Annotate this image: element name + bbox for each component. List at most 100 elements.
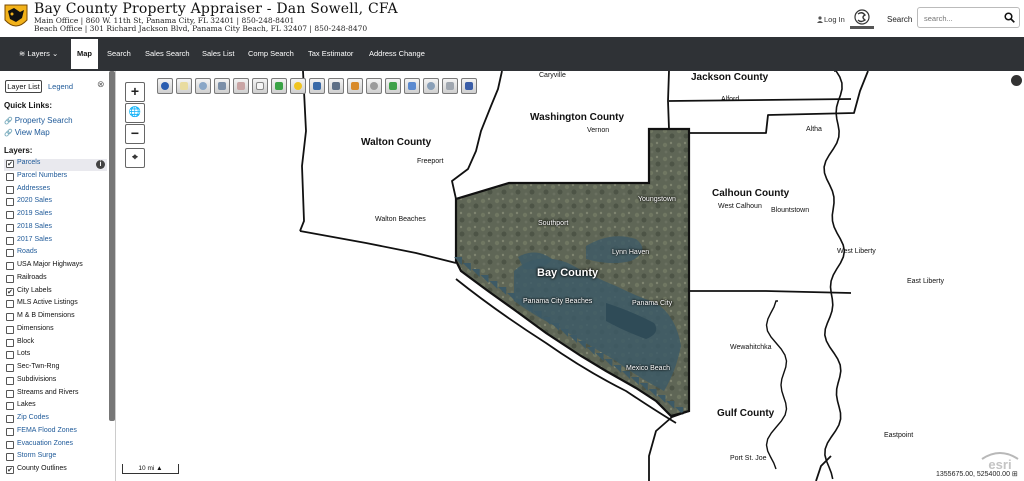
layer-row[interactable]: Storm Surge	[4, 452, 107, 464]
add-tool[interactable]	[271, 78, 287, 94]
search-box[interactable]	[917, 7, 1020, 28]
layer-checkbox[interactable]: ✔	[6, 466, 14, 474]
quick-link-property-search[interactable]: 🔗 Property Search	[4, 116, 73, 125]
quick-link-view-map[interactable]: 🔗 View Map	[4, 128, 50, 137]
layers-tool[interactable]	[309, 78, 325, 94]
layer-row[interactable]: Roads	[4, 248, 107, 260]
save-tool[interactable]	[461, 78, 477, 94]
zoom-out-button[interactable]: −	[125, 124, 145, 144]
layer-checkbox[interactable]	[6, 223, 14, 232]
settings-tool[interactable]	[423, 78, 439, 94]
layer-row[interactable]: FEMA Flood Zones	[4, 427, 107, 439]
layer-row[interactable]: Block	[4, 338, 107, 350]
layer-label[interactable]: Subdivisions	[17, 376, 56, 383]
layer-label[interactable]: Lakes	[17, 401, 36, 408]
layer-checkbox[interactable]	[6, 427, 14, 436]
layer-label[interactable]: Parcels	[17, 159, 40, 166]
layer-row[interactable]: 2018 Sales	[4, 223, 107, 235]
layer-row[interactable]: MLS Active Listings	[4, 299, 107, 311]
layer-checkbox[interactable]	[6, 198, 14, 207]
layer-checkbox[interactable]	[6, 351, 14, 360]
layer-label[interactable]: Lots	[17, 350, 30, 357]
layer-checkbox[interactable]	[6, 376, 14, 385]
layer-checkbox[interactable]	[6, 440, 14, 449]
layer-label[interactable]: Streams and Rivers	[17, 389, 78, 396]
nav-sales-search[interactable]: Sales Search	[145, 37, 190, 71]
layer-label[interactable]: 2019 Sales	[17, 210, 52, 217]
login-link[interactable]: Log In	[817, 15, 845, 24]
layer-row[interactable]: Subdivisions	[4, 376, 107, 388]
layer-checkbox[interactable]	[6, 389, 14, 398]
layer-checkbox[interactable]	[6, 262, 14, 270]
tab-layer-list[interactable]: Layer List	[5, 80, 42, 93]
layer-row[interactable]: ✔ Parcels i	[4, 159, 107, 171]
layer-checkbox[interactable]	[6, 313, 14, 321]
home-extent-button[interactable]: 🌐	[125, 103, 145, 123]
layer-label[interactable]: Dimensions	[17, 325, 54, 332]
layer-checkbox[interactable]: ✔	[6, 160, 14, 168]
layer-label[interactable]: Storm Surge	[17, 452, 56, 459]
layer-checkbox[interactable]	[6, 249, 14, 258]
layer-row[interactable]: Addresses	[4, 185, 107, 197]
nav-layers[interactable]: ≋ Layers ⌄	[19, 37, 58, 71]
layer-label[interactable]: 2020 Sales	[17, 197, 52, 204]
export-tool[interactable]	[328, 78, 344, 94]
layer-row[interactable]: Railroads	[4, 274, 107, 286]
layer-label[interactable]: Addresses	[17, 185, 50, 192]
layer-label[interactable]: MLS Active Listings	[17, 299, 78, 306]
nav-address-change[interactable]: Address Change	[369, 37, 425, 71]
layer-checkbox[interactable]	[6, 325, 14, 334]
layer-checkbox[interactable]	[6, 236, 14, 245]
layer-row[interactable]: 2020 Sales	[4, 197, 107, 209]
layer-label[interactable]: Evacuation Zones	[17, 440, 73, 447]
layer-label[interactable]: Roads	[17, 248, 37, 255]
pan-tool[interactable]	[214, 78, 230, 94]
county-seal-logo[interactable]	[2, 2, 30, 32]
layer-checkbox[interactable]	[6, 300, 14, 309]
zoom-box-tool[interactable]	[195, 78, 211, 94]
layer-row[interactable]: ✔ County Outlines	[4, 465, 107, 477]
layer-label[interactable]: Railroads	[17, 274, 47, 281]
layer-checkbox[interactable]	[6, 185, 14, 194]
layer-label[interactable]: USA Major Highways	[17, 261, 83, 268]
measure-tool[interactable]	[404, 78, 420, 94]
search-input[interactable]	[924, 11, 1004, 25]
layer-label[interactable]: FEMA Flood Zones	[17, 427, 77, 434]
notes-tool[interactable]	[252, 78, 268, 94]
layer-row[interactable]: 2017 Sales	[4, 236, 107, 248]
layer-label[interactable]: Parcel Numbers	[17, 172, 67, 179]
layer-row[interactable]: Dimensions	[4, 325, 107, 337]
layer-checkbox[interactable]	[6, 338, 14, 347]
find-tool[interactable]	[366, 78, 382, 94]
tab-legend[interactable]: Legend	[48, 82, 73, 91]
layer-label[interactable]: M & B Dimensions	[17, 312, 75, 319]
nav-search[interactable]: Search	[107, 37, 131, 71]
map-view[interactable]: Jackson County Washington County Walton …	[116, 71, 1024, 481]
layer-checkbox[interactable]	[6, 415, 14, 423]
layer-row[interactable]: M & B Dimensions	[4, 312, 107, 324]
layer-checkbox[interactable]	[6, 402, 14, 411]
layer-label[interactable]: Zip Codes	[17, 414, 49, 421]
layer-label[interactable]: Block	[17, 338, 34, 345]
locate-button[interactable]: ⌖	[125, 148, 145, 168]
chart-tool[interactable]	[347, 78, 363, 94]
layer-checkbox[interactable]	[6, 364, 14, 372]
layer-label[interactable]: County Outlines	[17, 465, 67, 472]
nav-tax-estimator[interactable]: Tax Estimator	[308, 37, 353, 71]
print-tool[interactable]	[442, 78, 458, 94]
sidebar-scrollbar[interactable]	[109, 71, 115, 421]
layer-checkbox[interactable]	[6, 274, 14, 283]
layer-row[interactable]: ✔ City Labels	[4, 287, 107, 299]
layer-row[interactable]: Lots	[4, 350, 107, 362]
layer-row[interactable]: USA Major Highways	[4, 261, 107, 273]
layer-label[interactable]: 2018 Sales	[17, 223, 52, 230]
search-icon[interactable]	[1004, 12, 1015, 23]
layer-row[interactable]: Evacuation Zones	[4, 440, 107, 452]
idea-tool[interactable]	[290, 78, 306, 94]
layer-checkbox[interactable]	[6, 453, 14, 462]
layer-row[interactable]: Zip Codes	[4, 414, 107, 426]
select-tool[interactable]	[176, 78, 192, 94]
nav-sales-list[interactable]: Sales List	[202, 37, 235, 71]
draw-tool[interactable]	[385, 78, 401, 94]
info-icon[interactable]: i	[96, 160, 105, 169]
